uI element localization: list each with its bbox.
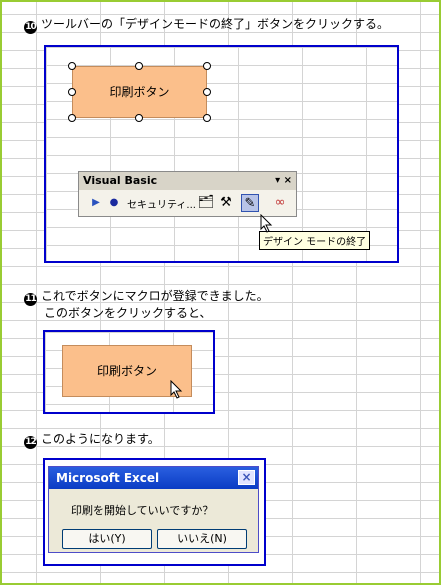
step-11-line2: このボタンをクリックすると、 <box>44 305 212 321</box>
mouse-cursor-icon <box>170 380 183 399</box>
no-button[interactable]: いいえ(N) <box>157 529 247 549</box>
tools-icon[interactable]: ⚒ <box>217 194 235 212</box>
toolbar-title: Visual Basic <box>83 174 158 187</box>
step-11: 11 これでボタンにマクロが登録できました。 <box>24 288 269 306</box>
step-number: 10 <box>24 21 37 34</box>
step-text: このようになります。 <box>41 432 160 446</box>
print-button-label: 印刷ボタン <box>109 85 170 99</box>
resize-handle[interactable] <box>203 114 211 122</box>
mouse-cursor-icon <box>260 214 273 233</box>
step-number: 11 <box>24 293 37 306</box>
dialog-title-bar[interactable]: Microsoft Excel × <box>49 467 258 489</box>
toolbar-title-bar[interactable]: Visual Basic ▾ × <box>79 172 296 190</box>
message-dialog: Microsoft Excel × 印刷を開始していいですか？ はい(Y) いい… <box>48 466 259 553</box>
step-number: 12 <box>24 436 37 449</box>
record-macro-icon[interactable]: ● <box>105 194 123 212</box>
print-button-label: 印刷ボタン <box>96 364 157 378</box>
dialog-message: 印刷を開始していいですか？ <box>71 504 214 517</box>
resize-handle[interactable] <box>68 88 76 96</box>
resize-handle[interactable] <box>68 114 76 122</box>
dialog-title: Microsoft Excel <box>56 471 160 485</box>
resize-handle[interactable] <box>203 88 211 96</box>
resize-handle[interactable] <box>203 62 211 70</box>
vb-editor-icon[interactable]: 🗂 <box>197 194 215 212</box>
print-button-design[interactable]: 印刷ボタン <box>72 66 207 118</box>
step-text-line2: このボタンをクリックすると、 <box>44 306 212 320</box>
close-icon[interactable]: × <box>238 470 255 485</box>
design-mode-icon[interactable]: ✎ <box>241 194 259 212</box>
run-mode-panel: 印刷ボタン <box>43 330 215 414</box>
security-button[interactable]: セキュリティ... <box>127 196 196 211</box>
resize-handle[interactable] <box>68 62 76 70</box>
step-10: 10 ツールバーの「デザインモードの終了」ボタンをクリックする。 <box>24 16 389 34</box>
visual-basic-toolbar[interactable]: Visual Basic ▾ × ▶ ● セキュリティ... 🗂 ⚒ ✎ ∞ <box>78 171 297 217</box>
tooltip: デザイン モードの終了 <box>259 231 371 250</box>
step-12: 12 このようになります。 <box>24 431 160 449</box>
toolbar-controls[interactable]: ▾ × <box>275 172 292 190</box>
yes-button[interactable]: はい(Y) <box>62 529 152 549</box>
step-text-line1: これでボタンにマクロが登録できました。 <box>41 289 269 303</box>
resize-handle[interactable] <box>135 114 143 122</box>
step-text: ツールバーの「デザインモードの終了」ボタンをクリックする。 <box>41 17 390 31</box>
script-editor-icon[interactable]: ∞ <box>271 194 289 212</box>
run-macro-icon[interactable]: ▶ <box>87 194 105 212</box>
resize-handle[interactable] <box>135 62 143 70</box>
